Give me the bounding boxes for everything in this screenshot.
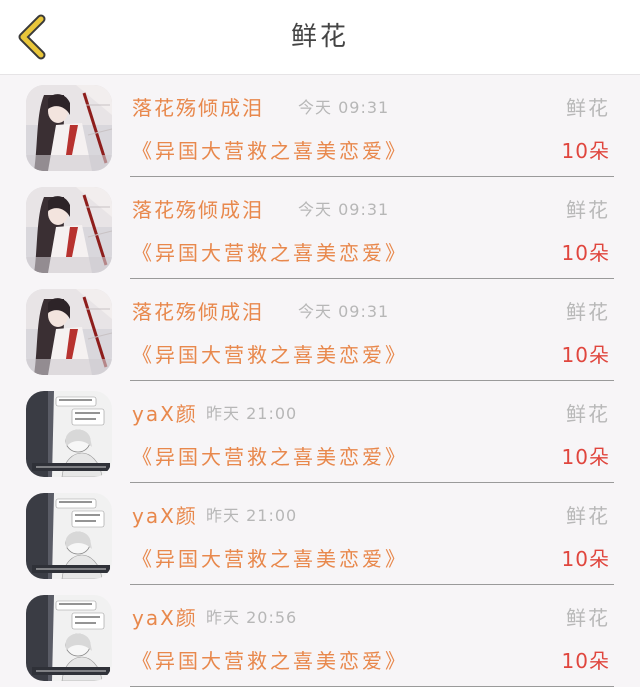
gift-category: 鲜花 xyxy=(566,606,610,630)
page-title: 鲜花 xyxy=(290,22,349,52)
list-item[interactable]: yaX颜 昨天 20:56 鲜花 《异国大营救之喜美恋爱》 10朵 xyxy=(0,585,640,687)
timestamp: 今天 09:31 xyxy=(298,200,390,219)
top-bar: 鲜花 xyxy=(0,0,640,75)
avatar[interactable] xyxy=(26,595,112,681)
username[interactable]: 落花殇倾成泪 xyxy=(132,92,264,121)
avatar[interactable] xyxy=(26,289,112,375)
username[interactable]: yaX颜 xyxy=(132,398,198,427)
book-title[interactable]: 《异国大营救之喜美恋爱》 xyxy=(132,237,408,266)
gift-amount: 10朵 xyxy=(561,139,610,163)
username[interactable]: yaX颜 xyxy=(132,602,198,631)
book-title[interactable]: 《异国大营救之喜美恋爱》 xyxy=(132,645,408,674)
list-item[interactable]: yaX颜 昨天 21:00 鲜花 《异国大营救之喜美恋爱》 10朵 xyxy=(0,483,640,585)
avatar[interactable] xyxy=(26,187,112,273)
book-title[interactable]: 《异国大营救之喜美恋爱》 xyxy=(132,339,408,368)
list-item[interactable]: 落花殇倾成泪 今天 09:31 鲜花 《异国大营救之喜美恋爱》 10朵 xyxy=(0,177,640,279)
gift-category: 鲜花 xyxy=(566,300,610,324)
gift-amount: 10朵 xyxy=(561,241,610,265)
timestamp: 今天 09:31 xyxy=(298,98,390,117)
gift-amount: 10朵 xyxy=(561,649,610,673)
avatar[interactable] xyxy=(26,391,112,477)
avatar[interactable] xyxy=(26,85,112,171)
flower-record-list: 落花殇倾成泪 今天 09:31 鲜花 《异国大营救之喜美恋爱》 10朵 落花殇倾… xyxy=(0,75,640,687)
timestamp: 昨天 21:00 xyxy=(206,506,298,525)
list-item[interactable]: 落花殇倾成泪 今天 09:31 鲜花 《异国大营救之喜美恋爱》 10朵 xyxy=(0,279,640,381)
gift-amount: 10朵 xyxy=(561,445,610,469)
gift-amount: 10朵 xyxy=(561,343,610,367)
book-title[interactable]: 《异国大营救之喜美恋爱》 xyxy=(132,135,408,164)
username[interactable]: yaX颜 xyxy=(132,500,198,529)
gift-amount: 10朵 xyxy=(561,547,610,571)
username[interactable]: 落花殇倾成泪 xyxy=(132,296,264,325)
list-item[interactable]: yaX颜 昨天 21:00 鲜花 《异国大营救之喜美恋爱》 10朵 xyxy=(0,381,640,483)
gift-category: 鲜花 xyxy=(566,198,610,222)
book-title[interactable]: 《异国大营救之喜美恋爱》 xyxy=(132,543,408,572)
book-title[interactable]: 《异国大营救之喜美恋爱》 xyxy=(132,441,408,470)
gift-category: 鲜花 xyxy=(566,402,610,426)
timestamp: 今天 09:31 xyxy=(298,302,390,321)
gift-category: 鲜花 xyxy=(566,96,610,120)
avatar[interactable] xyxy=(26,493,112,579)
username[interactable]: 落花殇倾成泪 xyxy=(132,194,264,223)
timestamp: 昨天 20:56 xyxy=(206,608,298,627)
list-item[interactable]: 落花殇倾成泪 今天 09:31 鲜花 《异国大营救之喜美恋爱》 10朵 xyxy=(0,75,640,177)
gift-category: 鲜花 xyxy=(566,504,610,528)
timestamp: 昨天 21:00 xyxy=(206,404,298,423)
